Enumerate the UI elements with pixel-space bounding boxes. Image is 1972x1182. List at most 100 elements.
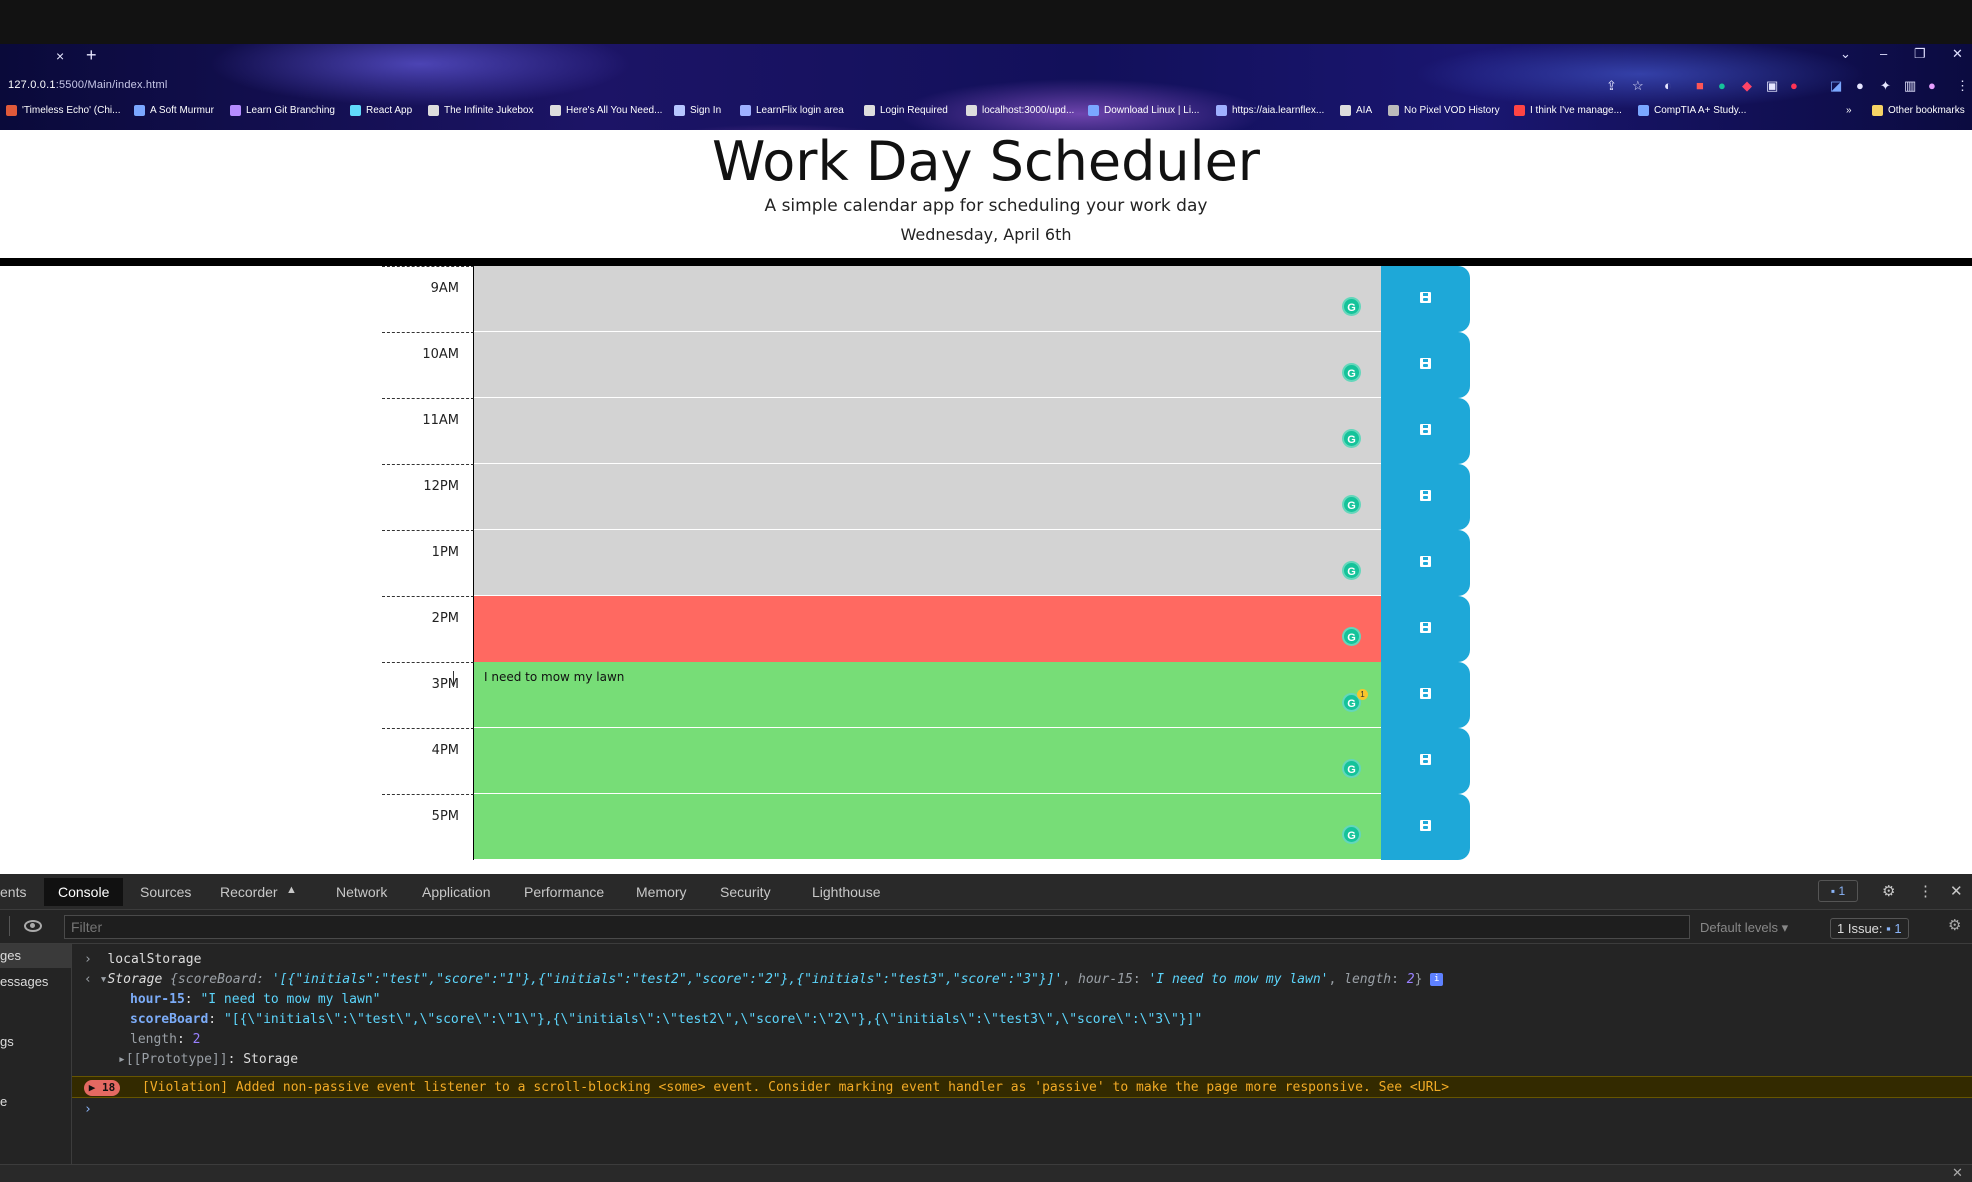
extension-icon[interactable]: ◐ [1664, 78, 1672, 93]
bookmark-item[interactable]: A Soft Murmur [134, 105, 214, 116]
minimize-icon[interactable]: – [1880, 46, 1887, 61]
sidebar-item-warnings[interactable]: gs [0, 1034, 14, 1049]
restore-icon[interactable]: ❐ [1914, 46, 1926, 62]
bookmarks-overflow-icon[interactable]: » [1846, 105, 1852, 116]
save-button[interactable] [1381, 794, 1470, 860]
extension-icon[interactable]: ● [1856, 78, 1864, 93]
save-button[interactable] [1381, 332, 1470, 398]
bookmark-star-icon[interactable]: ☆ [1632, 78, 1644, 94]
storage-prop-hour: hour-15: "I need to mow my lawn" [130, 992, 381, 1007]
messages-badge[interactable]: ▪ 1 [1818, 880, 1858, 902]
tab-close-icon[interactable]: × [56, 48, 64, 64]
bookmark-item[interactable]: No Pixel VOD History [1388, 105, 1500, 116]
extensions-puzzle-icon[interactable]: ✦ [1880, 78, 1891, 94]
devtools-settings-icon[interactable]: ⚙ [1882, 882, 1895, 900]
extension-icon[interactable]: ▣ [1766, 78, 1778, 94]
save-button[interactable] [1381, 728, 1470, 794]
devtools-menu-icon[interactable]: ⋮ [1918, 882, 1933, 900]
sidebar-item-verbose[interactable]: e [0, 1094, 7, 1109]
grammarly-icon[interactable]: G [1342, 495, 1361, 514]
event-description-textarea[interactable] [474, 398, 1381, 464]
bookmark-item[interactable]: LearnFlix login area [740, 105, 844, 116]
profile-avatar-icon[interactable]: ● [1928, 78, 1936, 93]
console-warning[interactable]: ▶ 18 [Violation] Added non-passive event… [72, 1076, 1972, 1098]
save-button[interactable] [1381, 530, 1470, 596]
save-button[interactable] [1381, 266, 1470, 332]
sidebar-item-user-messages[interactable]: essages [0, 974, 48, 989]
event-description-textarea[interactable]: I need to mow my lawn [474, 662, 1381, 728]
devtools-close-icon[interactable]: ✕ [1950, 882, 1963, 900]
tab-performance[interactable]: Performance [524, 884, 604, 900]
time-block-row: 5PM G [382, 794, 1470, 860]
address-bar[interactable]: 127.0.0.1:5500/Main/index.html [8, 79, 168, 91]
event-description-textarea[interactable] [474, 530, 1381, 596]
tab-security[interactable]: Security [720, 884, 771, 900]
bookmark-item[interactable]: Learn Git Branching [230, 105, 335, 116]
sidebar-item-messages[interactable]: ges [0, 944, 71, 968]
bookmark-item[interactable]: localhost:3000/upd... [966, 105, 1074, 116]
extension-icon[interactable]: ◪ [1830, 78, 1842, 94]
event-description-textarea[interactable] [474, 728, 1381, 794]
bookmark-item[interactable]: Sign In [674, 105, 721, 116]
console-prompt-chevron-icon[interactable]: › [84, 1102, 92, 1117]
save-button[interactable] [1381, 398, 1470, 464]
bookmark-item[interactable]: React App [350, 105, 412, 116]
new-tab-icon[interactable]: + [86, 45, 97, 66]
bookmark-item[interactable]: CompTIA A+ Study... [1638, 105, 1746, 116]
drawer-close-icon[interactable]: ✕ [1952, 1165, 1963, 1181]
tab-sources[interactable]: Sources [140, 884, 191, 900]
tab-application[interactable]: Application [422, 884, 491, 900]
grammarly-icon[interactable]: G [1342, 759, 1361, 778]
browser-menu-icon[interactable]: ⋮ [1956, 78, 1969, 94]
tab-elements[interactable]: ents [0, 884, 26, 900]
event-description-textarea[interactable] [474, 266, 1381, 332]
tab-network[interactable]: Network [336, 884, 387, 900]
extension-icon[interactable]: ◆ [1742, 78, 1752, 94]
info-icon[interactable]: i [1430, 973, 1444, 986]
bookmark-item[interactable]: https://aia.learnflex... [1216, 105, 1324, 116]
grammarly-icon[interactable]: G [1342, 297, 1361, 316]
tab-lighthouse[interactable]: Lighthouse [812, 884, 881, 900]
event-description-textarea[interactable] [474, 464, 1381, 530]
sidebar-toggle-icon[interactable]: ▥ [1904, 78, 1916, 94]
url-path: :5500/Main/index.html [55, 79, 168, 91]
save-button[interactable] [1381, 464, 1470, 530]
grammarly-icon[interactable]: ● [1718, 78, 1726, 93]
tab-memory[interactable]: Memory [636, 884, 687, 900]
tab-recorder[interactable]: Recorder [220, 884, 278, 900]
event-description-textarea[interactable] [474, 794, 1381, 860]
bookmark-icon [674, 105, 685, 116]
bookmark-item[interactable]: Here's All You Need... [550, 105, 662, 116]
bookmark-item[interactable]: Login Required [864, 105, 948, 116]
bookmark-item[interactable]: Download Linux | Li... [1088, 105, 1199, 116]
grammarly-icon[interactable]: G [1342, 429, 1361, 448]
storage-prototype[interactable]: ▸[[Prototype]]: Storage [118, 1052, 298, 1067]
event-description-textarea[interactable] [474, 596, 1381, 662]
hour-label: 4PM [431, 743, 459, 758]
issues-button[interactable]: 1 Issue: ▪ 1 [1830, 918, 1909, 939]
log-levels-dropdown[interactable]: Default levels ▾ [1700, 920, 1788, 936]
extension-icon[interactable]: ● [1790, 78, 1798, 93]
share-icon[interactable]: ⇪ [1606, 78, 1617, 94]
close-window-icon[interactable]: ✕ [1952, 46, 1963, 62]
console-result-line[interactable]: ‹ ▾Storage {scoreBoard: '[{"initials":"t… [84, 972, 1444, 987]
grammarly-icon[interactable]: G [1342, 825, 1361, 844]
live-expression-eye-icon[interactable] [24, 920, 42, 932]
save-button[interactable] [1381, 662, 1470, 728]
tab-console[interactable]: Console [44, 878, 124, 906]
tab-search-icon[interactable]: ⌄ [1840, 46, 1851, 62]
bookmark-item[interactable]: AIA [1340, 105, 1372, 116]
grammarly-icon[interactable]: G [1342, 363, 1361, 382]
bookmark-item[interactable]: 'Timeless Echo' (Chi... [6, 105, 120, 116]
other-bookmarks[interactable]: Other bookmarks [1872, 105, 1965, 116]
console-settings-icon[interactable]: ⚙ [1948, 916, 1961, 934]
bookmark-item[interactable]: I think I've manage... [1514, 105, 1622, 116]
extension-icon[interactable]: ■ [1696, 78, 1704, 93]
save-button[interactable] [1381, 596, 1470, 662]
grammarly-icon[interactable]: G [1342, 627, 1361, 646]
console-filter-input[interactable] [64, 915, 1690, 939]
bookmark-item[interactable]: The Infinite Jukebox [428, 105, 534, 116]
grammarly-icon[interactable]: G [1342, 561, 1361, 580]
event-description-textarea[interactable] [474, 332, 1381, 398]
expand-triangle-icon[interactable]: ▸ [118, 1052, 126, 1067]
